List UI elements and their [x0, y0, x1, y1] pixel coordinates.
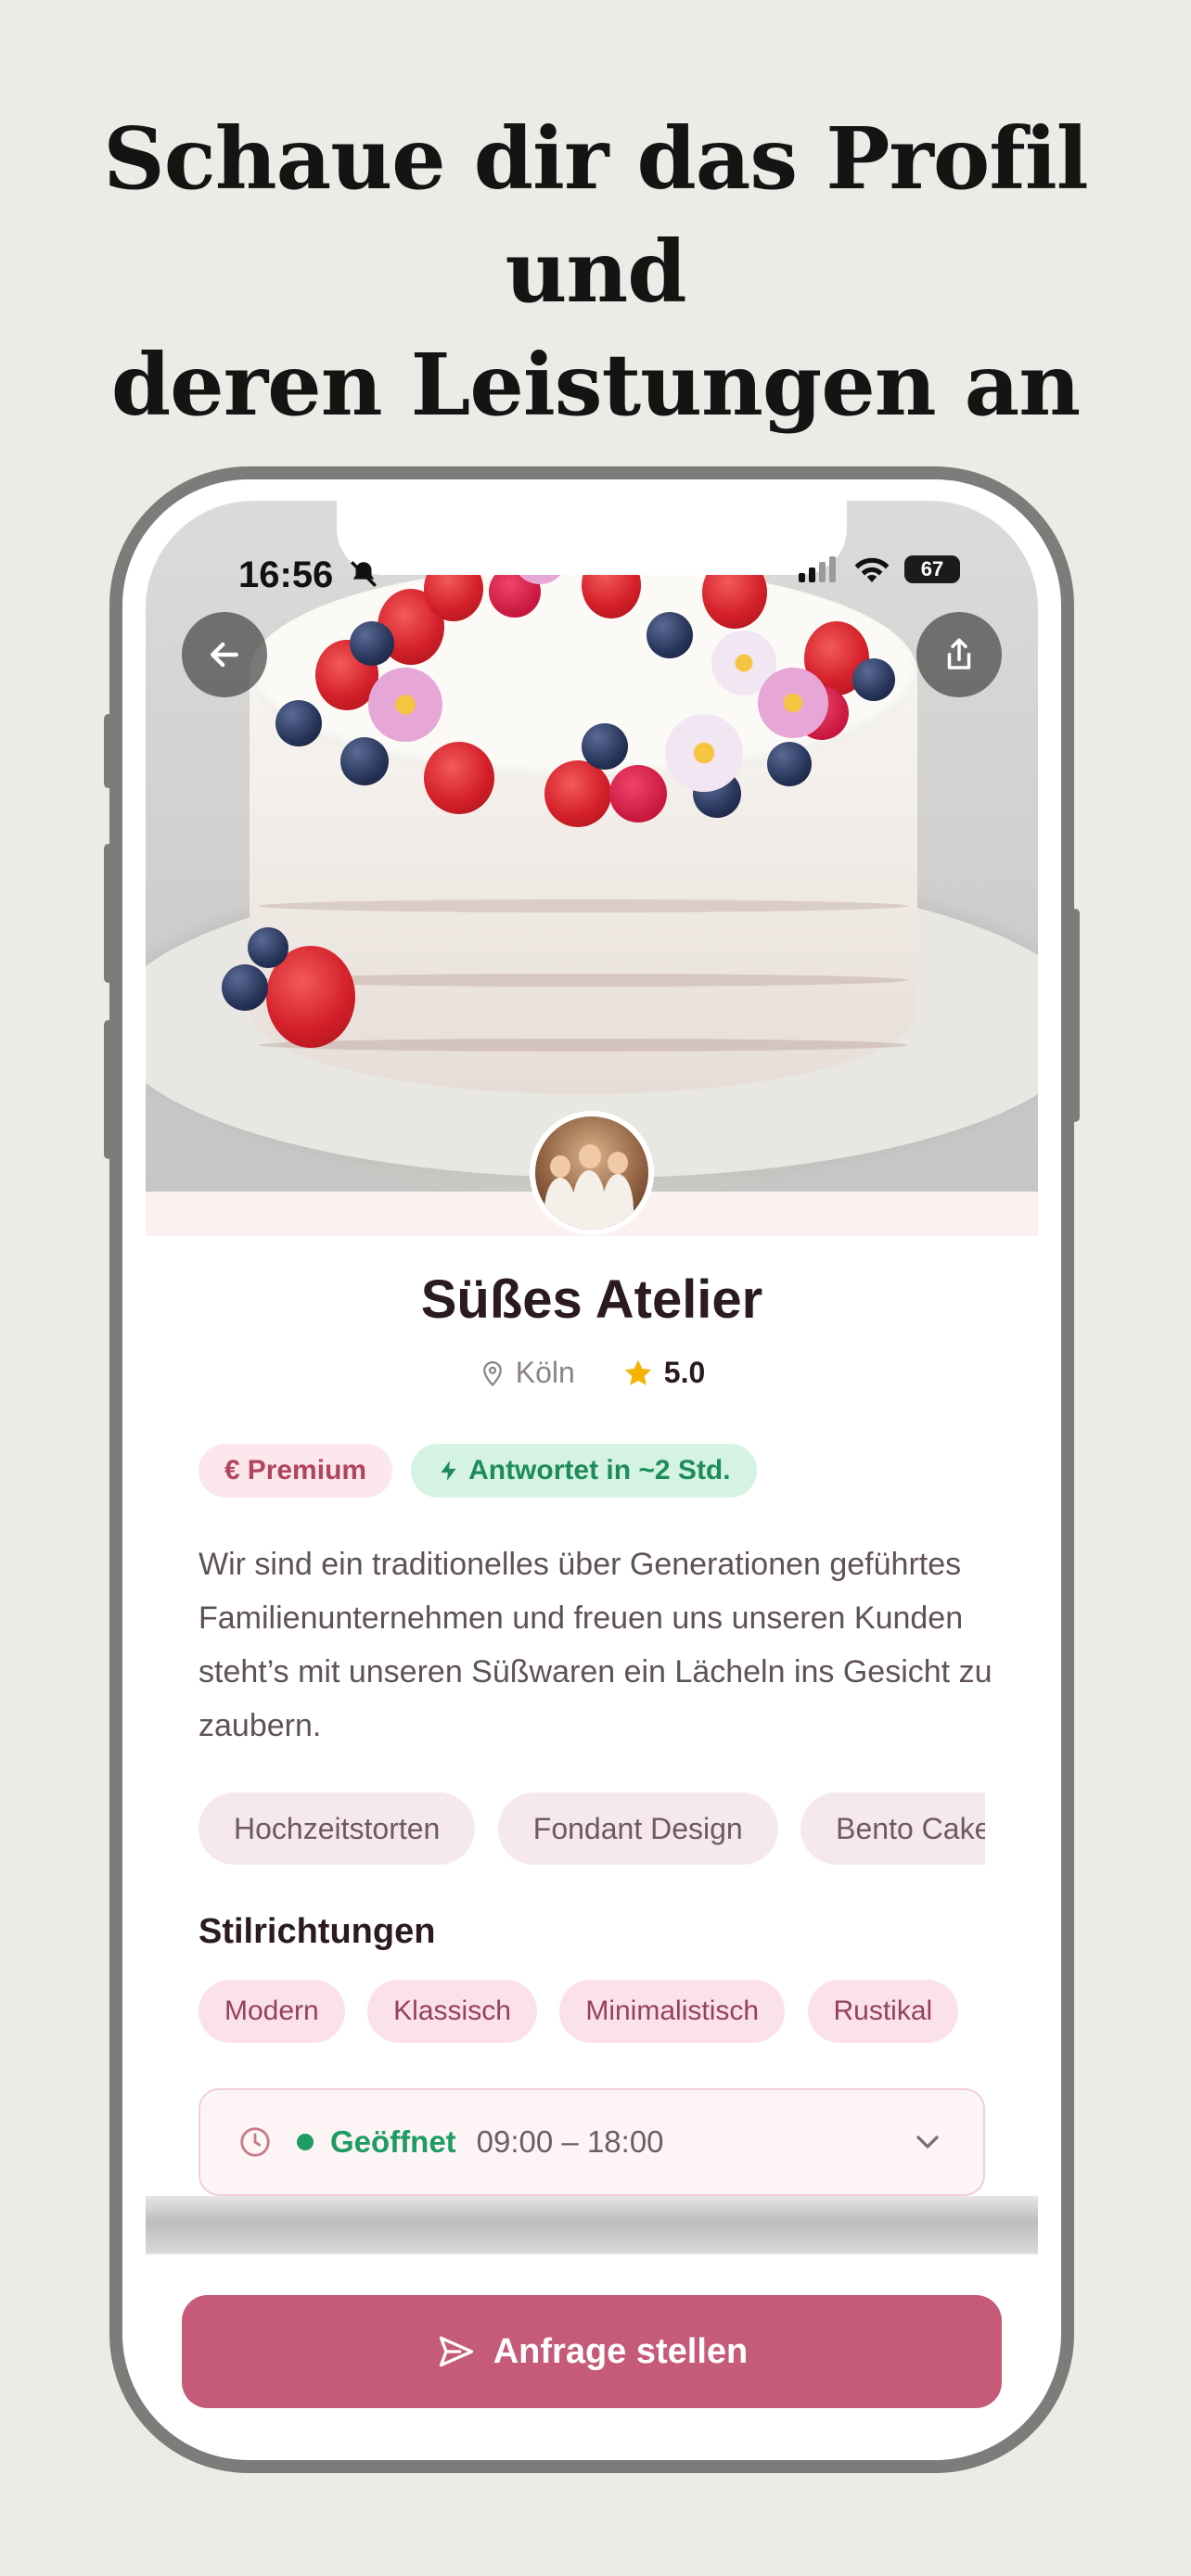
service-tag[interactable]: Hochzeitstorten [198, 1792, 476, 1865]
headline-line-1: Schaue dir das Profil und [103, 108, 1088, 322]
request-button[interactable]: Anfrage stellen [182, 2295, 1002, 2408]
battery-indicator: 67 [904, 555, 960, 583]
location-pin-icon [482, 1360, 502, 1386]
open-status-dot [297, 2134, 314, 2150]
headline: Schaue dir das Profil und deren Leistung… [0, 102, 1191, 441]
service-tag[interactable]: Fondant Design [497, 1792, 778, 1865]
lightning-icon [441, 1460, 456, 1481]
status-icons: 67 [799, 555, 960, 584]
opening-hours-time: 09:00 – 18:00 [476, 2124, 664, 2159]
style-tag[interactable]: Klassisch [367, 1980, 537, 2043]
style-tag[interactable]: Rustikal [807, 1980, 959, 2043]
opening-hours-toggle[interactable]: Geöffnet 09:00 – 18:00 [198, 2088, 985, 2196]
premium-badge-label: Premium [247, 1455, 367, 1486]
scroll-fade [146, 2196, 1038, 2253]
share-button[interactable] [916, 612, 1002, 697]
request-button-label: Anfrage stellen [493, 2331, 749, 2371]
open-status-label: Geöffnet [330, 2124, 456, 2159]
status-time: 16:56 [238, 555, 334, 595]
badge-row: € Premium Antwortet in ~2 Std. [198, 1444, 757, 1498]
back-button[interactable] [182, 612, 267, 697]
send-icon [439, 2336, 473, 2367]
phone-notch [337, 501, 847, 575]
euro-icon: € [224, 1455, 240, 1486]
style-tag[interactable]: Modern [198, 1980, 345, 2043]
headline-line-2: deren Leistungen an [110, 335, 1081, 435]
premium-badge: € Premium [198, 1444, 393, 1498]
wifi-icon [854, 557, 890, 582]
clock-icon [240, 2127, 270, 2157]
response-time-badge: Antwortet in ~2 Std. [411, 1444, 757, 1498]
profile-description: Wir sind ein traditionelles über Generat… [198, 1547, 992, 1743]
avatar[interactable] [530, 1111, 654, 1235]
style-tag[interactable]: Minimalistisch [559, 1980, 786, 2043]
services-tag-row[interactable]: Hochzeitstorten Fondant Design Bento Cak… [198, 1792, 985, 1867]
styles-tag-row[interactable]: Modern Klassisch Minimalistisch Rustikal [198, 1980, 985, 2045]
hero-cake-photo [146, 501, 1038, 1192]
share-icon [947, 638, 971, 670]
profile-rating: 5.0 [663, 1356, 706, 1389]
app-screen: 16:56 67 Süßes Atelier Köln 5.0 € Premiu… [146, 501, 1038, 2439]
signal-icon [799, 556, 836, 582]
back-arrow-icon [210, 642, 239, 668]
chevron-down-icon [916, 2136, 939, 2149]
profile-city: Köln [515, 1356, 575, 1389]
bell-slash-icon [348, 558, 379, 594]
profile-name: Süßes Atelier [420, 1269, 763, 1330]
service-tag[interactable]: Bento Cakes [800, 1792, 985, 1865]
star-icon [624, 1359, 652, 1385]
profile-meta: Köln 5.0 [146, 1356, 1038, 1390]
styles-section-title: Stilrichtungen [198, 1912, 436, 1951]
response-time-label: Antwortet in ~2 Std. [468, 1455, 731, 1486]
